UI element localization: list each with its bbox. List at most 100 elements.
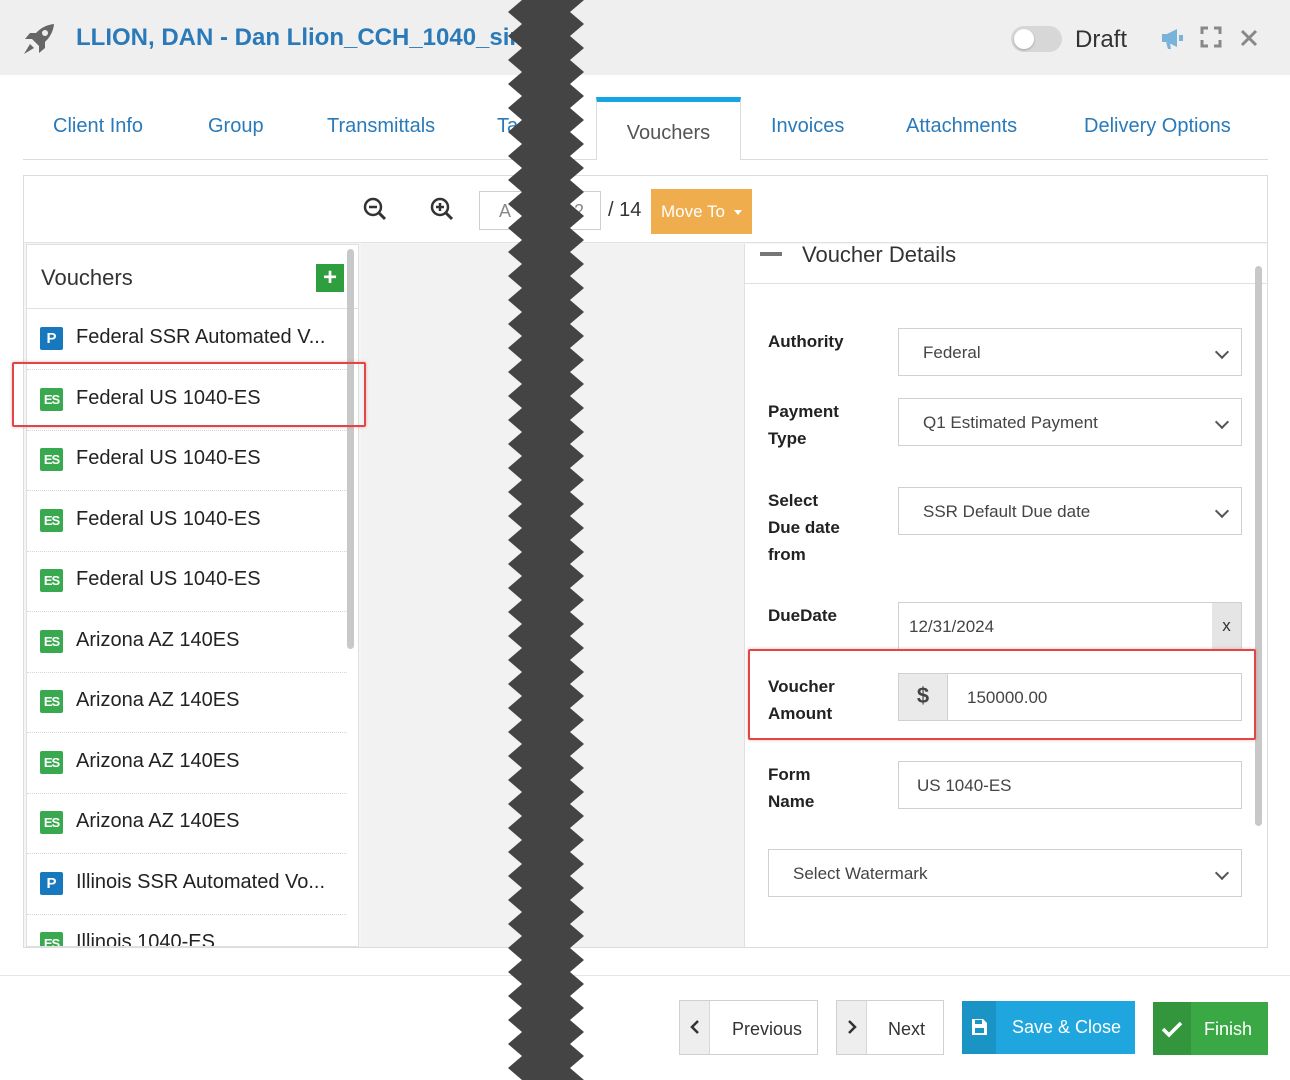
voucher-item-label: Illinois 1040-ES xyxy=(76,931,215,947)
voucher-item-label: Arizona AZ 140ES xyxy=(76,689,240,711)
toggle-knob xyxy=(1014,29,1034,49)
voucher-item[interactable]: ES Federal US 1040-ES xyxy=(27,430,347,491)
header-bar: LLION, DAN - Dan Llion_CCH_1040_sing Dra… xyxy=(0,0,1290,75)
document-toolbar: A 2 / 14 Move To xyxy=(24,176,1267,243)
chevron-down-icon xyxy=(1214,865,1230,881)
checkmark-icon xyxy=(1153,1002,1191,1055)
voucher-item-label: Arizona AZ 140ES xyxy=(76,629,240,651)
voucher-item[interactable]: ES Federal US 1040-ES xyxy=(27,491,347,552)
add-voucher-button[interactable]: + xyxy=(316,264,344,292)
voucher-list: Vouchers + P Federal SSR Automated V... E… xyxy=(26,244,359,947)
voucher-item-label: Federal US 1040-ES xyxy=(76,568,261,590)
due-date-input[interactable]: 12/31/2024 x xyxy=(898,602,1242,650)
chevron-down-icon xyxy=(1214,503,1230,519)
authority-select[interactable]: Federal xyxy=(898,328,1242,376)
move-to-button[interactable]: Move To xyxy=(651,189,752,234)
voucher-item-label: Federal SSR Automated V... xyxy=(76,326,326,348)
estimated-badge-icon: ES xyxy=(40,448,63,471)
due-date-from-value: SSR Default Due date xyxy=(923,502,1091,521)
tab-delivery-options[interactable]: Delivery Options xyxy=(1084,115,1231,138)
tab-transmittals[interactable]: Transmittals xyxy=(327,115,435,138)
authority-value: Federal xyxy=(923,343,981,362)
voucher-list-title: Vouchers xyxy=(41,265,133,290)
due-date-value: 12/31/2024 xyxy=(909,617,995,636)
highlight-voucher-amount xyxy=(748,649,1256,740)
rocket-icon xyxy=(24,24,54,54)
clear-date-button[interactable]: x xyxy=(1212,603,1241,649)
voucher-item-label: Federal US 1040-ES xyxy=(76,508,261,530)
voucher-item[interactable]: ES Arizona AZ 140ES xyxy=(27,733,347,794)
authority-label: Authority xyxy=(768,332,844,351)
estimated-badge-icon: ES xyxy=(40,751,63,774)
footer-bar: Previous Next Save & Close Finish xyxy=(0,975,1290,1080)
voucher-item[interactable]: ES Arizona AZ 140ES xyxy=(27,793,347,854)
zoom-out-icon[interactable] xyxy=(362,196,388,222)
megaphone-icon[interactable] xyxy=(1159,26,1185,50)
form-name-label: Form Name xyxy=(768,765,815,811)
tab-group[interactable]: Group xyxy=(208,115,264,138)
highlight-voucher-item xyxy=(12,362,366,427)
chevron-right-icon xyxy=(837,1001,867,1054)
tab-attachments[interactable]: Attachments xyxy=(906,115,1017,138)
due-date-from-label: Select Due date from xyxy=(768,491,840,564)
voucher-item[interactable]: P Illinois SSR Automated Vo... xyxy=(27,854,347,915)
voucher-item-label: Arizona AZ 140ES xyxy=(76,750,240,772)
tab-client-info[interactable]: Client Info xyxy=(53,115,143,138)
voucher-details: Voucher Details Authority Federal Paymen… xyxy=(744,242,1268,947)
form-name-input[interactable]: US 1040-ES xyxy=(898,761,1242,809)
fullscreen-icon[interactable] xyxy=(1200,26,1222,48)
voucher-list-header: Vouchers + xyxy=(27,245,358,309)
zoom-in-icon[interactable] xyxy=(429,196,455,222)
tab-vouchers[interactable]: Vouchers xyxy=(596,97,741,160)
estimated-badge-icon: ES xyxy=(40,569,63,592)
voucher-item-label: Illinois SSR Automated Vo... xyxy=(76,871,326,893)
tab-bar: Client Info Group Transmittals Ta Vouche… xyxy=(23,97,1268,160)
estimated-badge-icon: ES xyxy=(40,690,63,713)
caret-down-icon xyxy=(733,210,742,216)
finish-label: Finish xyxy=(1204,1019,1253,1039)
estimated-badge-icon: ES xyxy=(40,932,63,946)
collapse-icon[interactable] xyxy=(760,252,782,256)
torn-edge-divider xyxy=(508,0,584,1080)
details-scrollbar[interactable] xyxy=(1255,266,1262,826)
due-date-label: DueDate xyxy=(768,606,837,625)
voucher-details-title: Voucher Details xyxy=(802,242,957,267)
finish-button[interactable]: Finish xyxy=(1153,1002,1268,1055)
payment-type-select[interactable]: Q1 Estimated Payment xyxy=(898,398,1242,446)
payment-type-label: Payment Type xyxy=(768,402,839,448)
chevron-down-icon xyxy=(1214,344,1230,360)
voucher-item[interactable]: ES Federal US 1040-ES xyxy=(27,551,347,612)
save-close-button[interactable]: Save & Close xyxy=(962,1001,1135,1054)
next-label: Next xyxy=(888,1019,926,1039)
voucher-item-label: Arizona AZ 140ES xyxy=(76,810,240,832)
next-button[interactable]: Next xyxy=(836,1000,944,1055)
watermark-select[interactable]: Select Watermark xyxy=(768,849,1242,897)
save-close-label: Save & Close xyxy=(1012,1017,1122,1037)
vouchers-panel: A 2 / 14 Move To Vouchers + P Federal SSR… xyxy=(23,175,1268,948)
save-icon xyxy=(962,1001,996,1054)
page-total: / 14 xyxy=(608,199,642,221)
chevron-down-icon xyxy=(1214,414,1230,430)
close-icon[interactable] xyxy=(1240,29,1258,47)
estimated-badge-icon: ES xyxy=(40,811,63,834)
payment-badge-icon: P xyxy=(40,327,63,350)
due-date-from-select[interactable]: SSR Default Due date xyxy=(898,487,1242,535)
voucher-item[interactable]: ES Arizona AZ 140ES xyxy=(27,612,347,673)
payment-badge-icon: P xyxy=(40,872,63,895)
estimated-badge-icon: ES xyxy=(40,630,63,653)
voucher-item[interactable]: ES Illinois 1040-ES xyxy=(27,914,347,947)
estimated-badge-icon: ES xyxy=(40,509,63,532)
voucher-list-scrollbar[interactable] xyxy=(347,249,354,649)
draft-toggle[interactable] xyxy=(1011,26,1062,52)
payment-type-value: Q1 Estimated Payment xyxy=(923,413,1098,432)
voucher-item[interactable]: ES Arizona AZ 140ES xyxy=(27,672,347,733)
voucher-details-header: Voucher Details xyxy=(745,242,1268,284)
page-title: LLION, DAN - Dan Llion_CCH_1040_sing xyxy=(76,24,539,51)
tab-invoices[interactable]: Invoices xyxy=(771,115,844,138)
previous-button[interactable]: Previous xyxy=(679,1000,818,1055)
voucher-item[interactable]: P Federal SSR Automated V... xyxy=(27,309,347,370)
previous-label: Previous xyxy=(732,1019,803,1039)
move-to-label: Move To xyxy=(661,202,725,221)
chevron-left-icon xyxy=(680,1001,710,1054)
watermark-placeholder: Select Watermark xyxy=(793,864,928,883)
